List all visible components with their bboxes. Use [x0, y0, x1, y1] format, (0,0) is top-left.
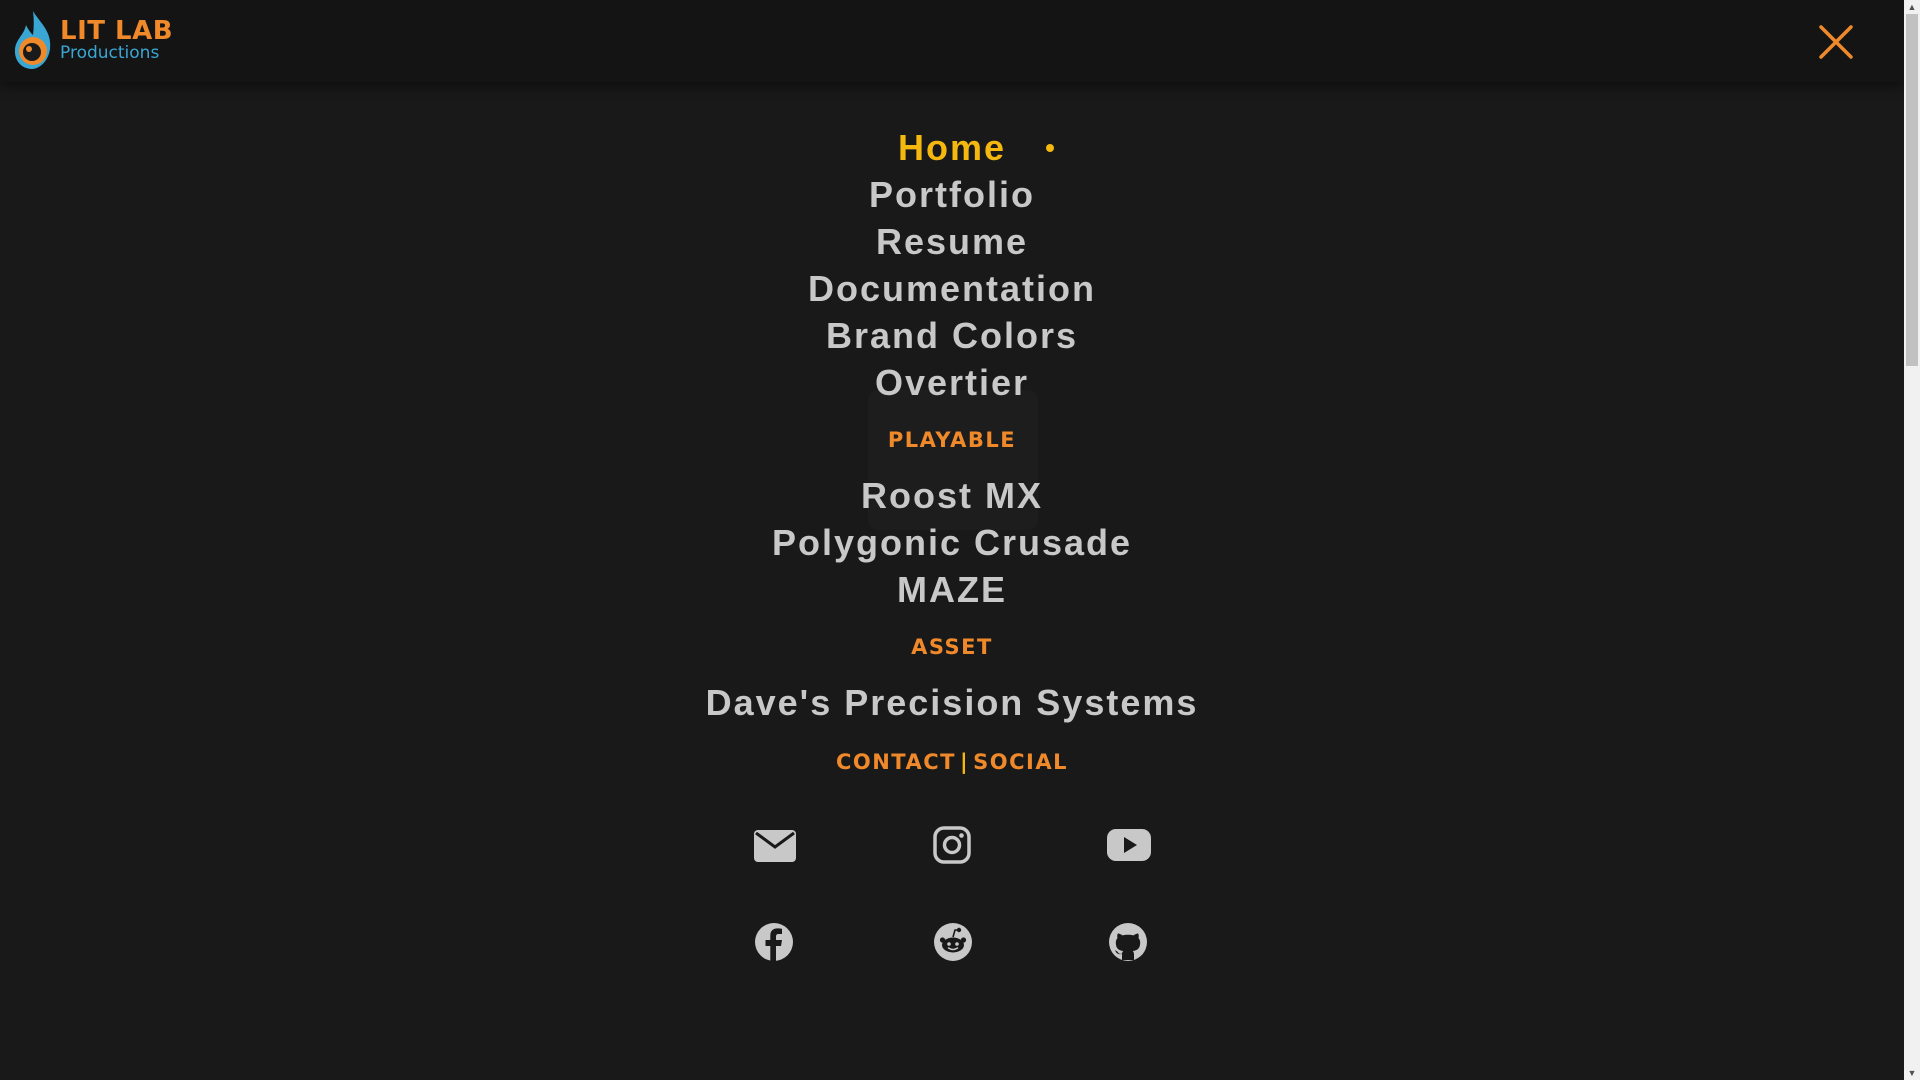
nav-item-home-wrap: Home — [0, 124, 1904, 171]
instagram-icon — [933, 826, 971, 864]
separator: | — [960, 750, 970, 774]
reddit-link[interactable] — [933, 922, 977, 966]
active-indicator-dot — [1046, 144, 1054, 152]
scrollbar[interactable]: ▲ ▼ — [1904, 0, 1920, 1080]
github-icon — [1109, 923, 1147, 961]
scroll-down-arrow[interactable]: ▼ — [1904, 1066, 1920, 1080]
site-logo[interactable]: LIT LAB Productions — [12, 8, 173, 72]
top-bar: LIT LAB Productions — [0, 0, 1904, 82]
scroll-thumb[interactable] — [1906, 14, 1918, 366]
close-menu-button[interactable] — [1816, 22, 1856, 62]
social-label: SOCIAL — [973, 750, 1069, 774]
section-label-asset: ASSET — [911, 635, 993, 659]
nav-item-polygonic-crusade[interactable]: Polygonic Crusade — [0, 519, 1904, 566]
logo-title: LIT LAB — [60, 16, 174, 46]
contact-social-heading: CONTACT | SOCIAL — [0, 750, 1904, 774]
nav-item-maze[interactable]: MAZE — [0, 566, 1904, 613]
nav-item-brand-colors[interactable]: Brand Colors — [0, 312, 1904, 359]
nav-item-resume[interactable]: Resume — [0, 218, 1904, 265]
nav-item-roost-mx[interactable]: Roost MX — [0, 472, 1904, 519]
nav-menu: Home Portfolio Resume Documentation Bran… — [0, 124, 1904, 774]
email-link[interactable] — [753, 829, 797, 873]
nav-item-portfolio[interactable]: Portfolio — [0, 171, 1904, 218]
github-link[interactable] — [1108, 922, 1152, 966]
reddit-icon — [934, 923, 972, 961]
nav-item-overtier[interactable]: Overtier — [0, 359, 1904, 406]
close-icon — [1819, 25, 1853, 59]
flame-logo-icon — [14, 11, 51, 69]
facebook-icon — [755, 923, 793, 962]
contact-label: CONTACT — [835, 750, 956, 774]
section-label-playable: PLAYABLE — [887, 428, 1017, 452]
nav-item-documentation[interactable]: Documentation — [0, 265, 1904, 312]
scroll-up-arrow[interactable]: ▲ — [1904, 0, 1920, 14]
nav-item-daves-precision-systems[interactable]: Dave's Precision Systems — [0, 679, 1904, 726]
nav-item-home[interactable]: Home — [0, 124, 1904, 171]
instagram-link[interactable] — [933, 826, 977, 870]
social-links — [0, 820, 1904, 990]
email-icon — [754, 830, 796, 862]
logo-subtitle: Productions — [60, 43, 160, 63]
youtube-link[interactable] — [1106, 828, 1151, 872]
facebook-link[interactable] — [754, 922, 798, 966]
youtube-icon — [1107, 829, 1151, 861]
logo-text: LIT LAB Productions — [60, 18, 173, 62]
